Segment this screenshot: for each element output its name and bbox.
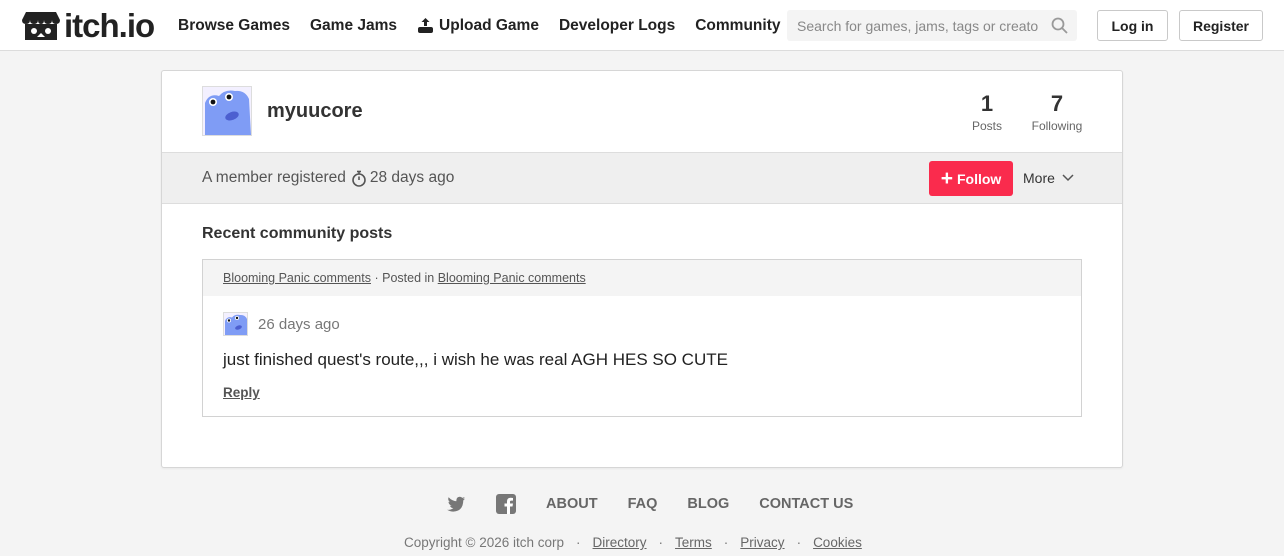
following-count: 7 [1050, 91, 1064, 116]
separator-dot: · [576, 535, 581, 550]
facebook-icon[interactable] [496, 494, 516, 514]
footer-contact[interactable]: CONTACT US [759, 496, 853, 512]
nav-game-jams[interactable]: Game Jams [310, 17, 397, 35]
separator-dot: · [658, 535, 664, 550]
profile-subheader: A member registered 28 days ago + Follow… [162, 152, 1122, 204]
stopwatch-icon [352, 170, 366, 187]
user-profile-card: myuucore 1 Posts 7 Following A member re… [161, 70, 1123, 468]
search-input[interactable] [787, 10, 1039, 41]
twitter-icon[interactable] [446, 494, 466, 514]
footer-legal: Copyright © 2026 itch corp · Directory ·… [404, 535, 862, 550]
search-icon[interactable] [1051, 17, 1068, 34]
site-header: itch.io Browse Games Game Jams Upload Ga… [0, 0, 1284, 51]
copyright-text: Copyright © 2026 itch corp [404, 535, 565, 550]
main-nav: Browse Games Game Jams Upload Game Devel… [178, 0, 800, 51]
post-date: 26 days ago [258, 316, 340, 333]
nav-upload-game-label: Upload Game [439, 16, 539, 34]
post-author-avatar-image [224, 313, 247, 335]
footer-cookies[interactable]: Cookies [813, 535, 862, 550]
nav-upload-game[interactable]: Upload Game [417, 17, 539, 35]
stat-posts[interactable]: 1 Posts [967, 91, 1007, 134]
board-link[interactable]: Blooming Panic comments [438, 271, 586, 285]
post-body: just finished quest's route,,, i wish he… [223, 350, 728, 369]
more-dropdown[interactable]: More [1023, 170, 1074, 186]
separator-dot: · [723, 535, 729, 550]
avatar-image [203, 87, 251, 135]
posts-label: Posts [971, 119, 1002, 133]
itchio-logo[interactable]: itch.io [22, 7, 155, 44]
posts-count: 1 [980, 91, 994, 116]
following-label: Following [1031, 119, 1083, 133]
username: myuucore [267, 100, 363, 122]
community-post: Blooming Panic comments · Posted in Bloo… [202, 259, 1082, 417]
avatar[interactable] [202, 86, 252, 136]
follow-button[interactable]: + Follow [929, 161, 1013, 196]
member-age: 28 days ago [369, 169, 455, 186]
nav-community[interactable]: Community [695, 17, 780, 35]
member-prefix: A member registered [202, 169, 346, 186]
profile-header: myuucore 1 Posts 7 Following [162, 71, 1122, 152]
plus-icon: + [940, 167, 953, 190]
nav-browse-games[interactable]: Browse Games [178, 17, 290, 35]
footer-links: ABOUT FAQ BLOG CONTACT US [446, 493, 883, 515]
footer-faq[interactable]: FAQ [628, 496, 658, 512]
separator-dot: · [796, 535, 802, 550]
post-author-avatar[interactable] [223, 312, 248, 336]
topic-link[interactable]: Blooming Panic comments [223, 271, 371, 285]
footer-terms[interactable]: Terms [675, 535, 712, 550]
chevron-down-icon [1062, 174, 1074, 182]
stat-following[interactable]: 7 Following [1027, 91, 1087, 134]
logo-text: itch.io [64, 7, 155, 44]
section-title: Recent community posts [202, 225, 393, 242]
footer-directory[interactable]: Directory [593, 535, 647, 550]
upload-controller-icon [418, 18, 434, 33]
footer-blog[interactable]: BLOG [687, 496, 729, 512]
posted-in-text: · Posted in [374, 271, 435, 285]
register-button[interactable]: Register [1179, 10, 1263, 41]
footer-privacy[interactable]: Privacy [740, 535, 784, 550]
member-since: A member registered 28 days ago [202, 169, 454, 187]
itchio-logo-icon [22, 12, 60, 40]
post-header: Blooming Panic comments · Posted in Bloo… [203, 260, 1081, 296]
reply-link[interactable]: Reply [223, 385, 260, 400]
more-label: More [1023, 170, 1055, 186]
footer-about[interactable]: ABOUT [546, 496, 598, 512]
follow-label: Follow [956, 170, 1002, 187]
search-box [787, 10, 1077, 41]
nav-developer-logs[interactable]: Developer Logs [559, 17, 675, 35]
login-button[interactable]: Log in [1097, 10, 1168, 41]
